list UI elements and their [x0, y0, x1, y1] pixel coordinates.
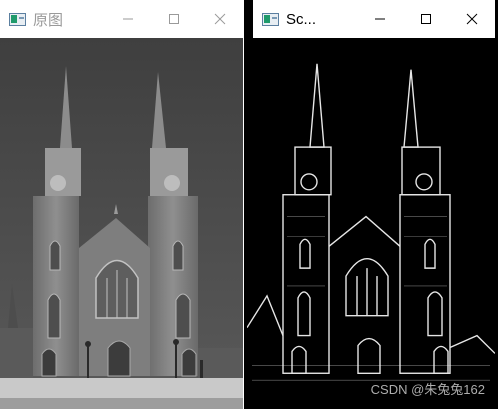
cathedral-photo: [0, 38, 243, 409]
window-result: Sc... CSDN @朱兔兔162: [244, 0, 498, 409]
maximize-icon: [169, 14, 179, 24]
maximize-button[interactable]: [403, 0, 449, 38]
scharr-edge-photo: [247, 38, 495, 406]
window-title: 原图: [33, 11, 64, 29]
close-button[interactable]: [197, 0, 243, 38]
app-icon: [9, 12, 26, 26]
window-original: 原图: [0, 0, 243, 409]
titlebar-original[interactable]: 原图: [0, 0, 243, 38]
original-image: [0, 38, 243, 409]
watermark: CSDN @朱兔兔162: [370, 382, 485, 397]
window-title: Sc...: [286, 10, 317, 28]
titlebar-result[interactable]: Sc...: [253, 0, 495, 38]
window-controls: [105, 0, 243, 38]
minimize-icon: [375, 18, 385, 20]
maximize-button[interactable]: [151, 0, 197, 38]
minimize-button[interactable]: [357, 0, 403, 38]
close-button[interactable]: [449, 0, 495, 38]
close-icon: [214, 13, 226, 25]
maximize-icon: [421, 14, 431, 24]
app-icon: [262, 12, 279, 26]
minimize-button[interactable]: [105, 0, 151, 38]
window-controls: [357, 0, 495, 38]
close-icon: [466, 13, 478, 25]
minimize-icon: [123, 18, 133, 20]
edge-image: CSDN @朱兔兔162: [247, 38, 495, 406]
